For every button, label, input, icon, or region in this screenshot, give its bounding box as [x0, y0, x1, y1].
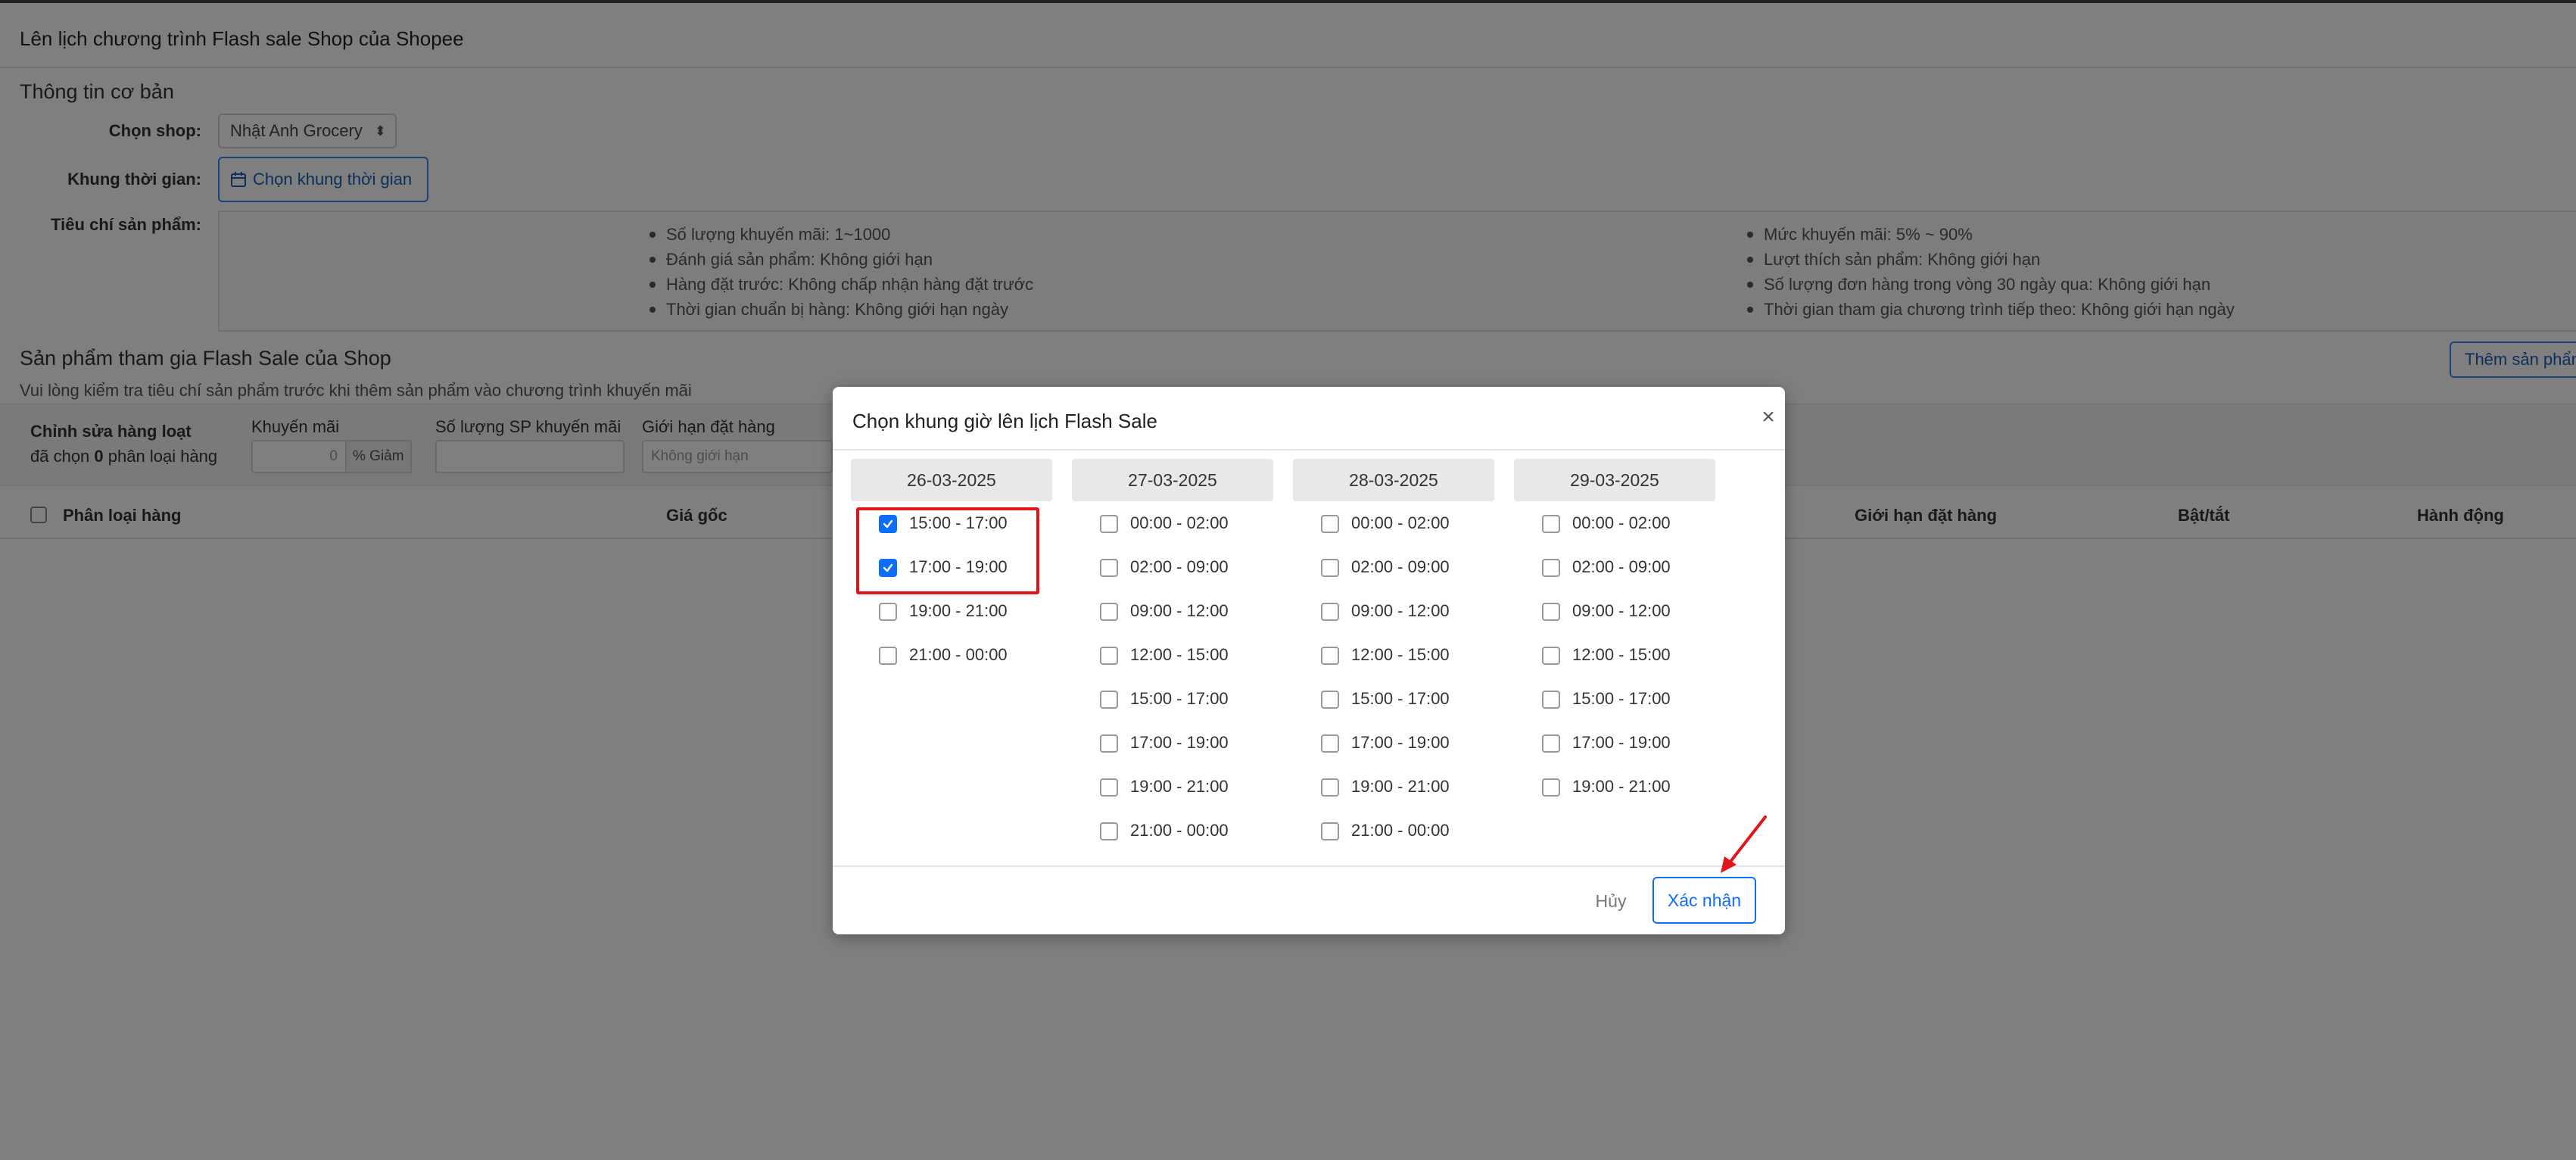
- annotation-arrow-icon: [1721, 815, 1767, 873]
- slot-label: 19:00 - 21:00: [1130, 777, 1229, 796]
- slot-label: 19:00 - 21:00: [909, 601, 1008, 620]
- slot-checkbox[interactable]: [1542, 734, 1560, 753]
- time-slot[interactable]: 19:00 - 21:00: [851, 589, 1052, 633]
- slot-checkbox[interactable]: [1542, 778, 1560, 797]
- modal-footer-divider: [833, 865, 1785, 867]
- slot-label: 00:00 - 02:00: [1572, 513, 1671, 532]
- time-slot[interactable]: 00:00 - 02:00: [1293, 501, 1494, 545]
- slot-label: 17:00 - 19:00: [1351, 733, 1450, 752]
- time-slot[interactable]: 17:00 - 19:00: [1293, 721, 1494, 765]
- time-slot[interactable]: 21:00 - 00:00: [851, 633, 1052, 677]
- slot-checkbox[interactable]: [1542, 515, 1560, 533]
- day-column: 27-03-2025 00:00 - 02:00 02:00 - 09:00 0…: [1072, 459, 1273, 853]
- slot-label: 12:00 - 15:00: [1130, 645, 1229, 664]
- time-slot[interactable]: 09:00 - 12:00: [1514, 589, 1715, 633]
- modal-title: Chọn khung giờ lên lịch Flash Sale: [852, 410, 1157, 432]
- slot-label: 21:00 - 00:00: [1130, 821, 1229, 840]
- slot-label: 15:00 - 17:00: [1351, 689, 1450, 708]
- slot-checkbox[interactable]: [1321, 778, 1339, 797]
- slot-label: 17:00 - 19:00: [1130, 733, 1229, 752]
- slot-checkbox[interactable]: [1321, 559, 1339, 577]
- slot-label: 15:00 - 17:00: [1130, 689, 1229, 708]
- slot-checkbox[interactable]: [879, 603, 897, 621]
- slot-checkbox[interactable]: [1100, 691, 1118, 709]
- time-slot[interactable]: 19:00 - 21:00: [1293, 765, 1494, 809]
- time-slot[interactable]: 19:00 - 21:00: [1514, 765, 1715, 809]
- time-slot[interactable]: 15:00 - 17:00: [1072, 677, 1273, 721]
- slot-checkbox[interactable]: [1100, 734, 1118, 753]
- slot-label: 12:00 - 15:00: [1572, 645, 1671, 664]
- modal-header-divider: [833, 449, 1785, 451]
- slot-label: 00:00 - 02:00: [1351, 513, 1450, 532]
- day-column: 28-03-2025 00:00 - 02:00 02:00 - 09:00 0…: [1293, 459, 1494, 853]
- slot-checkbox[interactable]: [1542, 647, 1560, 665]
- slot-checkbox[interactable]: [1542, 691, 1560, 709]
- slot-label: 19:00 - 21:00: [1572, 777, 1671, 796]
- annotation-highlight-box: [856, 507, 1039, 594]
- time-slot[interactable]: 09:00 - 12:00: [1293, 589, 1494, 633]
- slot-checkbox[interactable]: [1321, 691, 1339, 709]
- time-slot[interactable]: 02:00 - 09:00: [1072, 545, 1273, 589]
- slot-checkbox[interactable]: [1100, 822, 1118, 840]
- slot-label: 17:00 - 19:00: [1572, 733, 1671, 752]
- time-slot[interactable]: 15:00 - 17:00: [1293, 677, 1494, 721]
- slot-label: 02:00 - 09:00: [1130, 557, 1229, 576]
- slot-label: 09:00 - 12:00: [1572, 601, 1671, 620]
- time-slot[interactable]: 17:00 - 19:00: [1072, 721, 1273, 765]
- slot-checkbox[interactable]: [1100, 647, 1118, 665]
- slot-label: 02:00 - 09:00: [1572, 557, 1671, 576]
- time-slot[interactable]: 12:00 - 15:00: [1514, 633, 1715, 677]
- time-slot[interactable]: 00:00 - 02:00: [1072, 501, 1273, 545]
- slot-checkbox[interactable]: [1321, 647, 1339, 665]
- time-slot[interactable]: 09:00 - 12:00: [1072, 589, 1273, 633]
- slot-checkbox[interactable]: [1542, 603, 1560, 621]
- slot-label: 15:00 - 17:00: [1572, 689, 1671, 708]
- slot-checkbox[interactable]: [879, 647, 897, 665]
- day-header: 26-03-2025: [851, 459, 1052, 501]
- slot-checkbox[interactable]: [1542, 559, 1560, 577]
- time-slot[interactable]: 21:00 - 00:00: [1072, 809, 1273, 853]
- time-slot[interactable]: 00:00 - 02:00: [1514, 501, 1715, 545]
- close-icon[interactable]: ×: [1755, 404, 1782, 431]
- slot-label: 00:00 - 02:00: [1130, 513, 1229, 532]
- slot-label: 21:00 - 00:00: [1351, 821, 1450, 840]
- slot-label: 09:00 - 12:00: [1351, 601, 1450, 620]
- cancel-button[interactable]: Hủy: [1581, 886, 1641, 916]
- confirm-button[interactable]: Xác nhận: [1652, 877, 1756, 924]
- slot-label: 21:00 - 00:00: [909, 645, 1008, 664]
- slot-checkbox[interactable]: [1321, 515, 1339, 533]
- slot-checkbox[interactable]: [1321, 822, 1339, 840]
- time-slot[interactable]: 02:00 - 09:00: [1514, 545, 1715, 589]
- slot-checkbox[interactable]: [1100, 603, 1118, 621]
- slot-label: 02:00 - 09:00: [1351, 557, 1450, 576]
- time-slot[interactable]: 19:00 - 21:00: [1072, 765, 1273, 809]
- day-header: 29-03-2025: [1514, 459, 1715, 501]
- day-header: 27-03-2025: [1072, 459, 1273, 501]
- time-slot[interactable]: 12:00 - 15:00: [1293, 633, 1494, 677]
- time-slot[interactable]: 02:00 - 09:00: [1293, 545, 1494, 589]
- slot-label: 09:00 - 12:00: [1130, 601, 1229, 620]
- time-slot[interactable]: 21:00 - 00:00: [1293, 809, 1494, 853]
- time-slot[interactable]: 12:00 - 15:00: [1072, 633, 1273, 677]
- slot-checkbox[interactable]: [1100, 559, 1118, 577]
- time-slot-modal: Chọn khung giờ lên lịch Flash Sale × 26-…: [833, 387, 1785, 934]
- time-slot[interactable]: 15:00 - 17:00: [1514, 677, 1715, 721]
- slot-label: 12:00 - 15:00: [1351, 645, 1450, 664]
- day-header: 28-03-2025: [1293, 459, 1494, 501]
- slot-checkbox[interactable]: [1100, 515, 1118, 533]
- slot-checkbox[interactable]: [1100, 778, 1118, 797]
- time-slot[interactable]: 17:00 - 19:00: [1514, 721, 1715, 765]
- slot-label: 19:00 - 21:00: [1351, 777, 1450, 796]
- slot-checkbox[interactable]: [1321, 734, 1339, 753]
- slot-checkbox[interactable]: [1321, 603, 1339, 621]
- day-column: 29-03-2025 00:00 - 02:00 02:00 - 09:00 0…: [1514, 459, 1715, 809]
